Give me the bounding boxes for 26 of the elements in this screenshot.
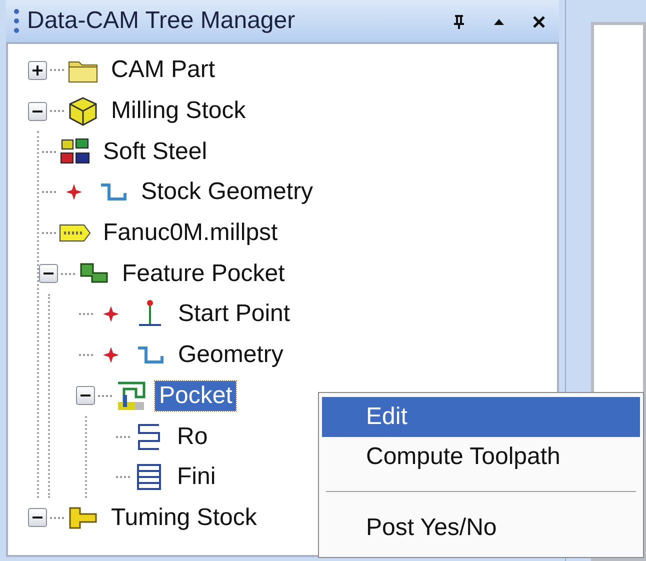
spiral-icon	[115, 380, 147, 412]
tree-item[interactable]: Soft Steel	[99, 136, 212, 167]
menu-item[interactable]: Compute Toolpath	[322, 437, 640, 477]
grip-handle[interactable]	[14, 9, 19, 33]
menu-item[interactable]: Post Yes/No	[322, 508, 640, 548]
tree-item[interactable]: Feature Pocket	[118, 258, 289, 289]
expand-toggle[interactable]	[28, 60, 47, 80]
menu-item[interactable]: Edit	[322, 397, 640, 437]
close-icon	[531, 14, 547, 30]
panel-title: Data-CAM Tree Manager	[27, 6, 296, 36]
collapse-toggle[interactable]	[39, 264, 58, 284]
tree-item[interactable]: Start Point	[174, 299, 294, 330]
pin-icon	[451, 14, 467, 30]
tree-item[interactable]: Stock Geometry	[137, 177, 318, 208]
tree-item[interactable]: Pocket	[155, 380, 236, 411]
collapse-toggle[interactable]	[76, 386, 95, 406]
tree-item[interactable]: Ro	[173, 422, 212, 452]
tree-item[interactable]: CAM Part	[107, 55, 220, 86]
cube-icon	[67, 95, 99, 128]
collapse-toggle[interactable]	[28, 102, 47, 121]
tree-item[interactable]: Fanuc0M.millpst	[99, 218, 282, 248]
tree-item[interactable]: Tuming Stock	[107, 502, 261, 533]
tree-item[interactable]: Milling Stock	[107, 96, 250, 126]
collapse-toggle[interactable]	[28, 508, 47, 528]
tree-item[interactable]: Fini	[173, 462, 220, 492]
tree-item[interactable]: Geometry	[174, 340, 288, 370]
